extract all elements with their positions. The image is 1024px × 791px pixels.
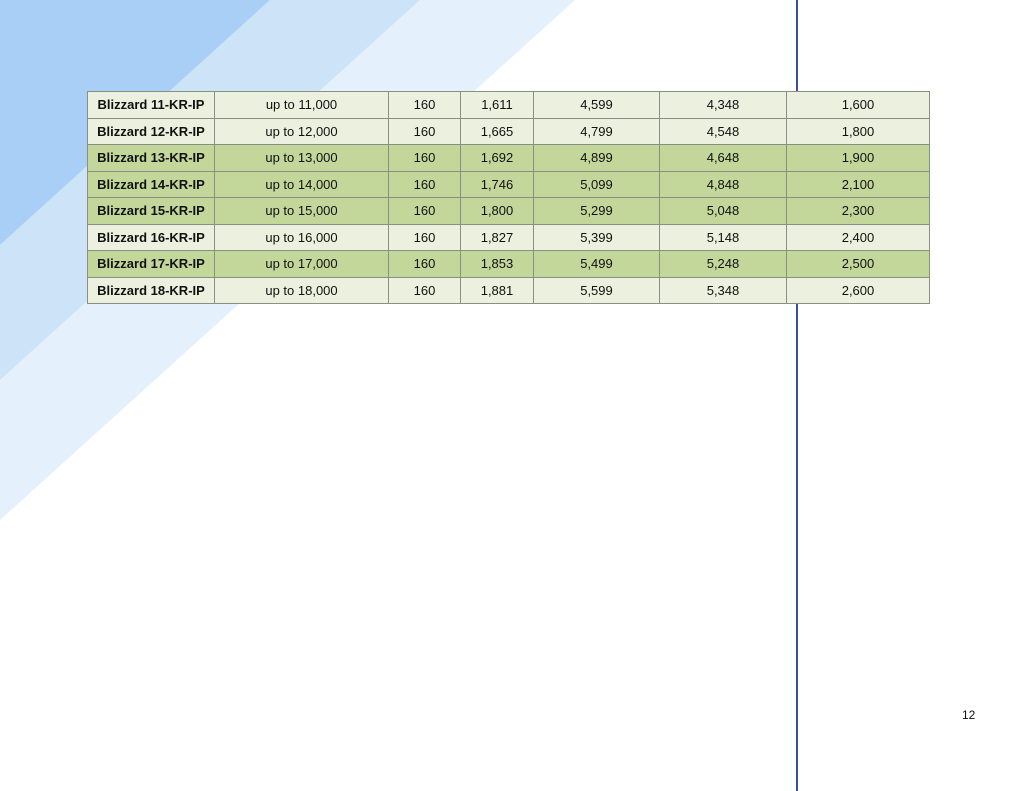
table-cell-c5: 5,599 xyxy=(533,276,660,304)
table-cell-model: Blizzard 15-KR-IP xyxy=(87,197,215,225)
table-cell-c3: 160 xyxy=(388,144,461,172)
table-cell-model: Blizzard 16-KR-IP xyxy=(87,223,215,251)
table-cell-c6: 4,848 xyxy=(659,170,787,198)
table-cell-c6: 5,148 xyxy=(659,223,787,251)
table-cell-c4: 1,611 xyxy=(460,91,534,119)
table-cell-c3: 160 xyxy=(388,276,461,304)
table-cell-capacity: up to 17,000 xyxy=(214,250,389,278)
table-row: Blizzard 18-KR-IP up to 18,000 160 1,881 5,5… xyxy=(87,276,930,304)
table-cell-c4: 1,692 xyxy=(460,144,534,172)
table-cell-c5: 4,599 xyxy=(533,91,660,119)
table-cell-c7: 2,600 xyxy=(786,276,930,304)
table-cell-capacity: up to 13,000 xyxy=(214,144,389,172)
table-cell-c6: 4,648 xyxy=(659,144,787,172)
table-cell-c3: 160 xyxy=(388,223,461,251)
table-cell-c3: 160 xyxy=(388,117,461,145)
table-cell-c4: 1,665 xyxy=(460,117,534,145)
table-cell-c5: 5,499 xyxy=(533,250,660,278)
table-cell-c3: 160 xyxy=(388,250,461,278)
table-cell-model: Blizzard 12-KR-IP xyxy=(87,117,215,145)
table-cell-c3: 160 xyxy=(388,91,461,119)
spec-table-body: Blizzard 11-KR-IP up to 11,000 160 1,611 4,5… xyxy=(87,91,930,304)
table-cell-c4: 1,853 xyxy=(460,250,534,278)
table-cell-capacity: up to 16,000 xyxy=(214,223,389,251)
table-cell-c7: 2,400 xyxy=(786,223,930,251)
table-row: Blizzard 15-KR-IP up to 15,000 160 1,800 5,2… xyxy=(87,197,930,225)
table-cell-model: Blizzard 11-KR-IP xyxy=(87,91,215,119)
table-cell-c5: 5,299 xyxy=(533,197,660,225)
table-cell-model: Blizzard 18-KR-IP xyxy=(87,276,215,304)
table-cell-c4: 1,746 xyxy=(460,170,534,198)
table-cell-capacity: up to 11,000 xyxy=(214,91,389,119)
table-cell-c3: 160 xyxy=(388,170,461,198)
table-cell-model: Blizzard 13-KR-IP xyxy=(87,144,215,172)
table-cell-c6: 4,348 xyxy=(659,91,787,119)
table-cell-c5: 4,899 xyxy=(533,144,660,172)
table-cell-capacity: up to 15,000 xyxy=(214,197,389,225)
page-number: 12 xyxy=(962,708,976,722)
table-cell-c6: 4,548 xyxy=(659,117,787,145)
table-cell-c6: 5,248 xyxy=(659,250,787,278)
table-cell-c4: 1,881 xyxy=(460,276,534,304)
table-cell-c7: 1,900 xyxy=(786,144,930,172)
table-cell-c7: 1,800 xyxy=(786,117,930,145)
table-row: Blizzard 14-KR-IP up to 14,000 160 1,746 5,0… xyxy=(87,170,930,198)
table-cell-c7: 2,100 xyxy=(786,170,930,198)
table-cell-model: Blizzard 14-KR-IP xyxy=(87,170,215,198)
table-row: Blizzard 12-KR-IP up to 12,000 160 1,665 4,7… xyxy=(87,117,930,145)
table-row: Blizzard 13-KR-IP up to 13,000 160 1,692 4,8… xyxy=(87,144,930,172)
table-cell-c3: 160 xyxy=(388,197,461,225)
table-cell-capacity: up to 18,000 xyxy=(214,276,389,304)
table-cell-c5: 5,099 xyxy=(533,170,660,198)
table-cell-c5: 4,799 xyxy=(533,117,660,145)
table-cell-c4: 1,827 xyxy=(460,223,534,251)
table-cell-capacity: up to 14,000 xyxy=(214,170,389,198)
table-cell-model: Blizzard 17-KR-IP xyxy=(87,250,215,278)
table-cell-c6: 5,048 xyxy=(659,197,787,225)
table-cell-c6: 5,348 xyxy=(659,276,787,304)
table-row: Blizzard 17-KR-IP up to 17,000 160 1,853 5,4… xyxy=(87,250,930,278)
table-cell-c7: 1,600 xyxy=(786,91,930,119)
table-cell-capacity: up to 12,000 xyxy=(214,117,389,145)
spec-table: Blizzard 11-KR-IP up to 11,000 160 1,611 4,5… xyxy=(87,91,930,304)
table-cell-c7: 2,500 xyxy=(786,250,930,278)
table-cell-c5: 5,399 xyxy=(533,223,660,251)
table-cell-c4: 1,800 xyxy=(460,197,534,225)
table-cell-c7: 2,300 xyxy=(786,197,930,225)
table-row: Blizzard 16-KR-IP up to 16,000 160 1,827 5,3… xyxy=(87,223,930,251)
table-row: Blizzard 11-KR-IP up to 11,000 160 1,611 4,5… xyxy=(87,91,930,119)
